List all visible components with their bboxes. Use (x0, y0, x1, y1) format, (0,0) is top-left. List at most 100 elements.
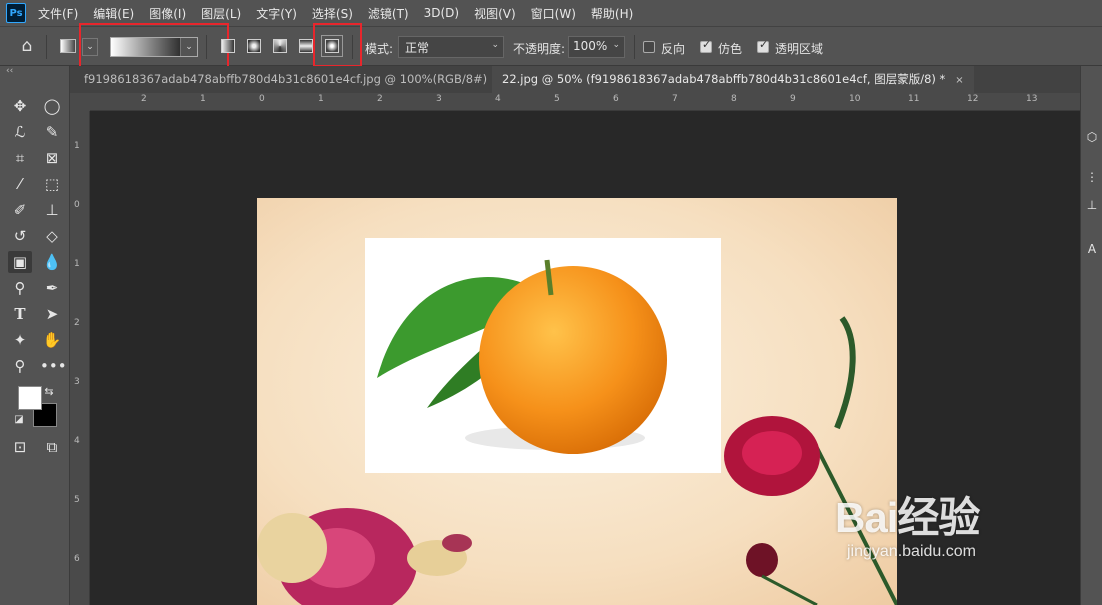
ruler-label: 11 (908, 94, 920, 104)
ruler-label: 6 (613, 94, 619, 104)
menu-filter[interactable]: 滤镜(T) (368, 5, 409, 22)
horizontal-ruler[interactable]: 2 1 0 1 2 3 4 5 6 7 8 9 10 11 12 13 (90, 93, 1080, 111)
menu-type[interactable]: 文字(Y) (256, 5, 297, 22)
ruler-label: 1 (200, 94, 206, 104)
linear-gradient-button[interactable] (221, 39, 235, 53)
hand-tool-icon[interactable]: ✋ (40, 329, 64, 351)
menu-image[interactable]: 图像(I) (149, 5, 186, 22)
dither-checkbox[interactable] (700, 38, 712, 53)
brush-tool-icon[interactable]: ✐ (8, 199, 32, 221)
dither-label: 仿色 (718, 42, 743, 56)
panel-icon[interactable]: ⋮ (1081, 166, 1102, 188)
menu-layer[interactable]: 图层(L) (201, 5, 241, 22)
watermark-url: jingyan.baidu.com (847, 543, 976, 560)
menu-3d[interactable]: 3D(D) (424, 6, 459, 20)
reflected-gradient-button[interactable] (299, 39, 313, 53)
menu-window[interactable]: 窗口(W) (531, 5, 576, 22)
ruler-label: 7 (672, 94, 678, 104)
quick-mask-icon[interactable]: ⊡ (8, 436, 32, 458)
menu-help[interactable]: 帮助(H) (591, 5, 633, 22)
vertical-ruler[interactable]: 1 0 1 2 3 4 5 6 (70, 111, 90, 605)
collapse-icon[interactable]: ‹‹ (6, 66, 13, 76)
watermark-brand: Bai经验 (835, 494, 980, 541)
character-panel-icon[interactable]: A (1081, 238, 1102, 260)
history-brush-tool-icon[interactable]: ↺ (8, 225, 32, 247)
ruler-corner (70, 93, 90, 111)
pen-tool-icon[interactable]: ✒ (40, 277, 64, 299)
tab-document-2[interactable]: 22.jpg @ 50% (f9198618367adab478abffb780… (492, 66, 974, 93)
frame-tool-icon[interactable]: ⊠ (40, 147, 64, 169)
flowers-decoration (257, 316, 897, 605)
patch-tool-icon[interactable]: ⬚ (40, 173, 64, 195)
ruler-label: 5 (554, 94, 560, 104)
baidu-watermark: Bai经验 jingyan.baidu.com (835, 484, 1095, 584)
type-tool-icon[interactable]: T (8, 303, 32, 325)
ruler-label: 2 (377, 94, 383, 104)
opacity-value: 100% (573, 39, 608, 53)
eraser-tool-icon[interactable]: ◇ (40, 225, 64, 247)
tools-panel: ‹‹ ✥ ◯ ℒ ✎ ⌗ ⊠ ⁄ ⬚ ✐ ⊥ ↺ ◇ ▣ 💧 ⚲ ✒ T ➤ ✦… (0, 66, 70, 605)
stamp-tool-icon[interactable]: ⊥ (40, 199, 64, 221)
path-select-tool-icon[interactable]: ➤ (40, 303, 64, 325)
mode-select[interactable]: 正常 ⌄ (398, 36, 504, 58)
ruler-label: 3 (436, 94, 442, 104)
ruler-label: 8 (731, 94, 737, 104)
ruler-label: 1 (74, 141, 80, 151)
blur-tool-icon[interactable]: 💧 (40, 251, 64, 273)
options-bar: ⌂ ⌄ ⌄ 模式: 正常 ⌄ 不透明度: 100% ⌄ 反向 仿色 透明区域 (0, 23, 1102, 71)
ruler-label: 4 (74, 436, 80, 446)
zoom-tool-icon[interactable]: ⚲ (8, 355, 32, 377)
transparency-label: 透明区域 (775, 42, 824, 56)
move-tool-icon[interactable]: ✥ (8, 95, 32, 117)
close-icon[interactable]: × (955, 75, 963, 86)
lasso-tool-icon[interactable]: ℒ (8, 121, 32, 143)
dodge-tool-icon[interactable]: ⚲ (8, 277, 32, 299)
menu-view[interactable]: 视图(V) (474, 5, 516, 22)
ruler-label: 10 (849, 94, 861, 104)
ruler-label: 6 (74, 554, 80, 564)
angle-gradient-button[interactable] (273, 39, 287, 53)
ruler-label: 4 (495, 94, 501, 104)
quick-select-tool-icon[interactable]: ✎ (40, 121, 64, 143)
chevron-down-icon: ⌄ (612, 40, 620, 50)
panel-icon[interactable]: ⬡ (1081, 126, 1102, 148)
crop-tool-icon[interactable]: ⌗ (8, 147, 32, 169)
eyedropper-tool-icon[interactable]: ⁄ (8, 173, 32, 195)
screen-mode-icon[interactable]: ⧉ (40, 436, 64, 458)
ruler-label: 2 (74, 318, 80, 328)
chevron-down-icon: ⌄ (491, 40, 499, 50)
shape-tool-icon[interactable]: ✦ (8, 329, 32, 351)
more-tools-icon[interactable]: ••• (40, 355, 67, 377)
reverse-checkbox[interactable] (643, 41, 655, 53)
menu-select[interactable]: 选择(S) (312, 5, 353, 22)
ruler-label: 1 (74, 259, 80, 269)
radial-gradient-button[interactable] (247, 39, 261, 53)
swap-colors-icon[interactable]: ⇆ (42, 381, 56, 403)
document-tabs: f9198618367adab478abffb780d4b31c8601e4cf… (70, 66, 1080, 93)
tab-document-1[interactable]: f9198618367adab478abffb780d4b31c8601e4cf… (74, 66, 516, 93)
ruler-label: 0 (74, 200, 80, 210)
tab-label: f9198618367adab478abffb780d4b31c8601e4cf… (84, 72, 488, 86)
ruler-label: 0 (259, 94, 265, 104)
menu-file[interactable]: 文件(F) (38, 5, 78, 22)
menu-edit[interactable]: 编辑(E) (93, 5, 134, 22)
opacity-input[interactable]: 100% ⌄ (568, 36, 625, 58)
home-icon[interactable]: ⌂ (18, 37, 36, 55)
marquee-tool-icon[interactable]: ◯ (40, 95, 64, 117)
panel-icon[interactable]: ⊥ (1081, 194, 1102, 216)
photoshop-logo: Ps (6, 3, 26, 23)
mode-label: 模式: (365, 42, 394, 56)
document-canvas[interactable] (257, 198, 897, 605)
gradient-tool-icon[interactable]: ▣ (8, 251, 32, 273)
ruler-label: 3 (74, 377, 80, 387)
divider (206, 35, 207, 59)
ruler-label: 1 (318, 94, 324, 104)
default-colors-icon[interactable]: ◪ (12, 409, 26, 431)
ruler-label: 2 (141, 94, 147, 104)
transparency-checkbox[interactable] (757, 38, 769, 53)
opacity-label: 不透明度: (513, 42, 566, 56)
foreground-color-swatch[interactable] (18, 386, 42, 410)
divider (352, 35, 353, 59)
tool-preset-icon[interactable] (60, 39, 76, 53)
ruler-label: 5 (74, 495, 80, 505)
